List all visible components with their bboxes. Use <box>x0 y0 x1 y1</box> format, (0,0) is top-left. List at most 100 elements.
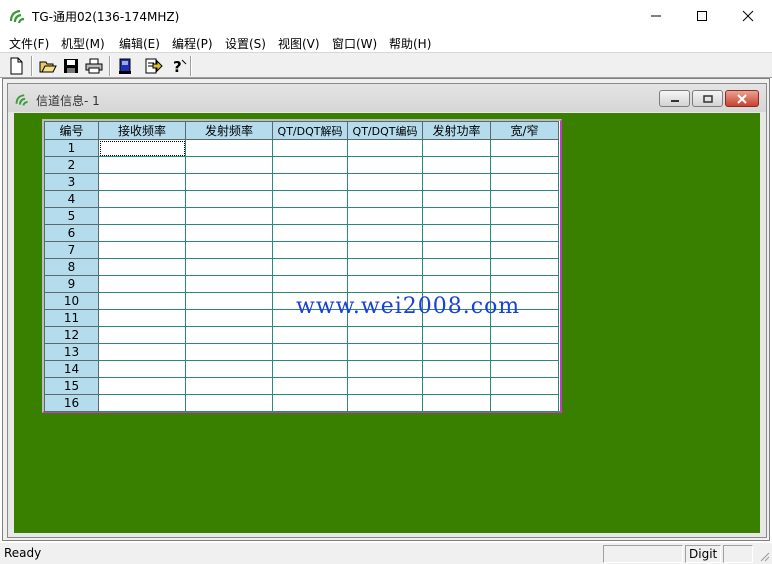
grid-cell[interactable] <box>422 139 491 157</box>
grid-cell[interactable] <box>490 207 559 225</box>
grid-cell[interactable] <box>347 156 423 174</box>
grid-cell[interactable] <box>185 258 273 276</box>
grid-cell[interactable] <box>347 139 423 157</box>
grid-cell[interactable] <box>422 377 491 395</box>
row-number[interactable]: 10 <box>44 292 99 310</box>
grid-cell[interactable] <box>185 190 273 208</box>
grid-cell[interactable] <box>422 275 491 293</box>
row-number[interactable]: 15 <box>44 377 99 395</box>
grid-cell[interactable] <box>347 343 423 361</box>
grid-cell[interactable] <box>185 326 273 344</box>
grid-cell[interactable] <box>185 360 273 378</box>
menu-window[interactable]: 窗口(W) <box>332 35 377 52</box>
grid-cell[interactable] <box>185 309 273 327</box>
grid-cell[interactable] <box>422 360 491 378</box>
grid-cell[interactable] <box>422 258 491 276</box>
grid-cell[interactable] <box>422 156 491 174</box>
grid-cell[interactable] <box>422 190 491 208</box>
grid-cell[interactable] <box>272 207 348 225</box>
grid-cell[interactable] <box>185 377 273 395</box>
grid-cell[interactable] <box>490 394 559 412</box>
grid-cell[interactable] <box>185 343 273 361</box>
col-header-tx-freq[interactable]: 发射频率 <box>185 121 273 140</box>
col-header-bandwidth[interactable]: 宽/窄 <box>490 121 559 140</box>
grid-cell[interactable] <box>272 139 348 157</box>
child-title-bar[interactable]: 信道信息- 1 <box>8 84 766 112</box>
grid-cell[interactable] <box>347 190 423 208</box>
grid-cell[interactable] <box>490 173 559 191</box>
grid-cell[interactable] <box>272 224 348 242</box>
grid-cell[interactable] <box>272 377 348 395</box>
grid-cell[interactable] <box>98 207 186 225</box>
row-number[interactable]: 4 <box>44 190 99 208</box>
row-number[interactable]: 3 <box>44 173 99 191</box>
grid-cell[interactable] <box>490 139 559 157</box>
grid-cell[interactable] <box>185 173 273 191</box>
save-button[interactable] <box>61 56 81 76</box>
grid-cell[interactable] <box>185 224 273 242</box>
grid-cell[interactable] <box>347 207 423 225</box>
close-button[interactable] <box>725 0 771 32</box>
child-minimize-button[interactable] <box>659 90 690 107</box>
grid-cell[interactable] <box>422 207 491 225</box>
row-number[interactable]: 16 <box>44 394 99 412</box>
grid-cell[interactable] <box>422 343 491 361</box>
menu-file[interactable]: 文件(F) <box>9 35 49 52</box>
grid-cell[interactable] <box>272 173 348 191</box>
child-restore-button[interactable] <box>692 90 723 107</box>
menu-settings[interactable]: 设置(S) <box>225 35 266 52</box>
grid-cell[interactable] <box>272 275 348 293</box>
grid-cell[interactable] <box>347 258 423 276</box>
grid-cell[interactable] <box>185 156 273 174</box>
grid-cell[interactable] <box>185 207 273 225</box>
grid-cell[interactable] <box>422 173 491 191</box>
grid-cell[interactable] <box>490 156 559 174</box>
grid-cell[interactable] <box>490 377 559 395</box>
row-number[interactable]: 13 <box>44 343 99 361</box>
row-number[interactable]: 9 <box>44 275 99 293</box>
grid-cell[interactable] <box>347 394 423 412</box>
grid-cell[interactable] <box>422 326 491 344</box>
help-button[interactable]: ? <box>168 56 188 76</box>
grid-cell[interactable] <box>490 326 559 344</box>
grid-cell[interactable] <box>272 394 348 412</box>
row-number[interactable]: 5 <box>44 207 99 225</box>
grid-cell[interactable] <box>185 292 273 310</box>
row-number[interactable]: 6 <box>44 224 99 242</box>
grid-cell[interactable] <box>422 394 491 412</box>
grid-cell[interactable] <box>490 360 559 378</box>
grid-cell[interactable] <box>185 394 273 412</box>
menu-view[interactable]: 视图(V) <box>278 35 320 52</box>
grid-cell[interactable] <box>272 241 348 259</box>
row-number[interactable]: 14 <box>44 360 99 378</box>
grid-cell[interactable] <box>490 190 559 208</box>
grid-cell[interactable] <box>98 258 186 276</box>
row-number[interactable]: 1 <box>44 139 99 157</box>
grid-cell[interactable] <box>490 241 559 259</box>
grid-cell[interactable] <box>185 139 273 157</box>
child-close-button[interactable] <box>725 90 759 107</box>
grid-cell[interactable] <box>98 173 186 191</box>
grid-cell[interactable] <box>98 224 186 242</box>
menu-edit[interactable]: 编辑(E) <box>119 35 160 52</box>
grid-cell[interactable] <box>347 326 423 344</box>
write-to-radio-button[interactable] <box>143 56 163 76</box>
grid-cell[interactable] <box>490 224 559 242</box>
grid-cell[interactable] <box>98 394 186 412</box>
col-header-number[interactable]: 编号 <box>44 121 99 140</box>
menu-program[interactable]: 编程(P) <box>172 35 213 52</box>
read-from-radio-button[interactable] <box>116 56 136 76</box>
row-number[interactable]: 7 <box>44 241 99 259</box>
row-number[interactable]: 11 <box>44 309 99 327</box>
grid-cell[interactable] <box>272 190 348 208</box>
grid-cell[interactable] <box>98 343 186 361</box>
new-file-button[interactable] <box>6 56 26 76</box>
grid-cell[interactable] <box>98 139 186 157</box>
grid-cell[interactable] <box>98 326 186 344</box>
grid-cell[interactable] <box>272 343 348 361</box>
grid-cell[interactable] <box>272 360 348 378</box>
col-header-tx-power[interactable]: 发射功率 <box>422 121 491 140</box>
grid-cell[interactable] <box>98 190 186 208</box>
grid-cell[interactable] <box>98 241 186 259</box>
grid-cell[interactable] <box>98 377 186 395</box>
